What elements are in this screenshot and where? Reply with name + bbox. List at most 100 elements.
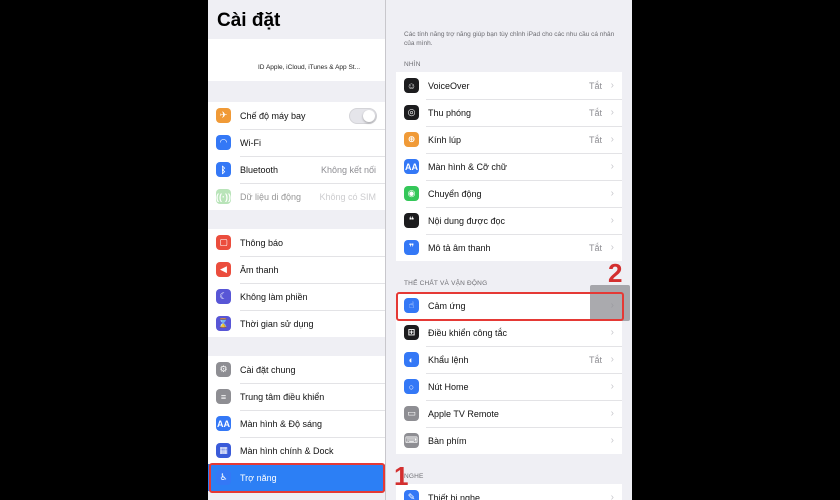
accessibility-item-label: Thu phóng	[428, 107, 472, 118]
sidebar-item-value: Không có SIM	[319, 191, 376, 202]
sidebar-item-label: Màn hình chính & Dock	[240, 445, 334, 456]
accessibility-item-zoom[interactable]: ◎ Thu phóng Tắt ›	[396, 99, 622, 126]
switch-icon: ⊞	[404, 325, 419, 340]
accessibility-item-label: VoiceOver	[428, 80, 470, 91]
accessibility-item-label: Nút Home	[428, 381, 469, 392]
chevron-right-icon: ›	[610, 161, 614, 172]
accessibility-item-label: Chuyển động	[428, 188, 482, 199]
audio-description-icon: ❞	[404, 240, 419, 255]
apple-id-label: ID Apple, iCloud, iTunes & App St...	[258, 64, 361, 71]
section-header-vision: NHÌN	[404, 61, 421, 68]
text-size-icon: AA	[404, 159, 419, 174]
chevron-right-icon: ›	[610, 492, 614, 500]
accessibility-item-label: Khẩu lệnh	[428, 354, 469, 365]
sidebar-item-notifications[interactable]: ▢ Thông báo	[208, 229, 385, 256]
sidebar-item-wifi[interactable]: ◠ Wi-Fi	[208, 129, 385, 156]
accessibility-item-label: Nội dung được đọc	[428, 215, 505, 226]
chevron-right-icon: ›	[610, 242, 614, 253]
accessibility-item-motion[interactable]: ◉ Chuyển động ›	[396, 180, 622, 207]
accessibility-item-switch-control[interactable]: ⊞ Điều khiển công tắc ›	[396, 319, 622, 346]
sidebar-item-label: Không làm phiền	[240, 291, 308, 302]
notifications-icon: ▢	[216, 235, 231, 250]
sidebar-item-label: Thời gian sử dụng	[240, 318, 314, 329]
chevron-right-icon: ›	[610, 188, 614, 199]
accessibility-intro: Các tính năng trợ năng giúp bạn tùy chỉn…	[404, 31, 615, 47]
accessibility-item-value: Tắt	[588, 134, 602, 145]
section-header-physical: THỂ CHẤT VÀ VẬN ĐỘNG	[404, 280, 488, 287]
moon-icon: ☾	[216, 289, 231, 304]
airplane-icon: ✈	[216, 108, 231, 123]
accessibility-item-apple-tv-remote[interactable]: ▭ Apple TV Remote ›	[396, 400, 622, 427]
step-2-badge: 2	[608, 258, 623, 288]
chevron-right-icon: ›	[610, 435, 614, 446]
ipad-screen: Cài đặt ID Apple, iCloud, iTunes & App S…	[208, 0, 632, 500]
gear-icon: ⚙	[216, 362, 231, 377]
sidebar-item-label: Màn hình & Độ sáng	[240, 418, 323, 429]
magnifier-icon: ⊕	[404, 132, 419, 147]
cellular-icon: ((·))	[216, 189, 231, 204]
sidebar-item-label: Âm thanh	[240, 264, 279, 275]
sidebar-item-do-not-disturb[interactable]: ☾ Không làm phiền	[208, 283, 385, 310]
sidebar-item-label: Dữ liệu di động	[240, 191, 302, 202]
accessibility-item-magnifier[interactable]: ⊕ Kính lúp Tắt ›	[396, 126, 622, 153]
hourglass-icon: ⌛	[216, 316, 231, 331]
highlight-touch	[396, 292, 624, 321]
chevron-right-icon: ›	[610, 408, 614, 419]
chevron-right-icon: ›	[610, 381, 614, 392]
accessibility-item-label: Điều khiển công tắc	[428, 327, 508, 338]
sidebar-item-label: Wi-Fi	[240, 137, 261, 148]
accessibility-item-home-button[interactable]: ○ Nút Home ›	[396, 373, 622, 400]
accessibility-item-value: Tắt	[588, 242, 602, 253]
chevron-right-icon: ›	[610, 80, 614, 91]
page-title: Cài đặt	[217, 10, 281, 31]
sidebar-item-bluetooth[interactable]: ᛒ Bluetooth Không kết nối	[208, 156, 385, 183]
accessibility-item-voiceover[interactable]: ☺ VoiceOver Tắt ›	[396, 72, 622, 99]
sidebar-group-connectivity: ✈ Chế độ máy bay ◠ Wi-Fi ᛒ Bluetooth Không kết…	[208, 102, 385, 210]
accessibility-item-spoken-content[interactable]: ❝ Nội dung được đọc ›	[396, 207, 622, 234]
accessibility-item-display-text[interactable]: AA Màn hình & Cỡ chữ ›	[396, 153, 622, 180]
sidebar-item-home-dock[interactable]: ▦ Màn hình chính & Dock	[208, 437, 385, 464]
step-1-badge: 1	[394, 461, 409, 491]
sidebar-item-label: Thông báo	[240, 237, 284, 248]
accessibility-item-label: Apple TV Remote	[428, 408, 499, 419]
sidebar-item-sounds[interactable]: ◀ Âm thanh	[208, 256, 385, 283]
airplane-mode-toggle[interactable]	[349, 107, 377, 124]
settings-sidebar: Cài đặt ID Apple, iCloud, iTunes & App S…	[208, 0, 385, 500]
sidebar-item-label: Trung tâm điều khiển	[240, 391, 325, 402]
hearing-group: ✎ Thiết bị nghe ›	[396, 484, 622, 500]
accessibility-item-keyboards[interactable]: ⌨ Bàn phím ›	[396, 427, 622, 454]
bluetooth-icon: ᛒ	[216, 162, 231, 177]
highlight-accessibility	[209, 463, 385, 493]
accessibility-item-voice-control[interactable]: ◐ Khẩu lệnh Tắt ›	[396, 346, 622, 373]
sidebar-item-screen-time[interactable]: ⌛ Thời gian sử dụng	[208, 310, 385, 337]
sidebar-item-label: Cài đặt chung	[240, 364, 296, 375]
toggles-icon: ≡	[216, 389, 231, 404]
wifi-icon: ◠	[216, 135, 231, 150]
sidebar-item-display[interactable]: AA Màn hình & Độ sáng	[208, 410, 385, 437]
accessibility-item-value: Tắt	[588, 107, 602, 118]
chevron-right-icon: ›	[610, 354, 614, 365]
home-button-icon: ○	[404, 379, 419, 394]
apple-id-row[interactable]: ID Apple, iCloud, iTunes & App St...	[208, 39, 385, 81]
accessibility-item-label: Kính lúp	[428, 134, 462, 145]
accessibility-item-hearing-devices[interactable]: ✎ Thiết bị nghe ›	[396, 484, 622, 500]
sidebar-item-airplane[interactable]: ✈ Chế độ máy bay	[208, 102, 385, 129]
sidebar-item-general[interactable]: ⚙ Cài đặt chung	[208, 356, 385, 383]
sounds-icon: ◀	[216, 262, 231, 277]
sidebar-item-label: Chế độ máy bay	[240, 110, 306, 121]
text-size-icon: AA	[216, 416, 231, 431]
accessibility-pane: Các tính năng trợ năng giúp bạn tùy chỉn…	[386, 0, 632, 500]
speech-icon: ❝	[404, 213, 419, 228]
sidebar-item-value: Không kết nối	[320, 164, 376, 175]
remote-icon: ▭	[404, 406, 419, 421]
chevron-right-icon: ›	[610, 107, 614, 118]
zoom-icon: ◎	[404, 105, 419, 120]
grid-icon: ▦	[216, 443, 231, 458]
chevron-right-icon: ›	[610, 134, 614, 145]
motion-icon: ◉	[404, 186, 419, 201]
accessibility-item-label: Màn hình & Cỡ chữ	[428, 161, 507, 172]
accessibility-item-audio-descriptions[interactable]: ❞ Mô tả âm thanh Tắt ›	[396, 234, 622, 261]
sidebar-item-control-center[interactable]: ≡ Trung tâm điều khiển	[208, 383, 385, 410]
sidebar-item-cellular[interactable]: ((·)) Dữ liệu di động Không có SIM	[208, 183, 385, 210]
keyboard-icon: ⌨	[404, 433, 419, 448]
